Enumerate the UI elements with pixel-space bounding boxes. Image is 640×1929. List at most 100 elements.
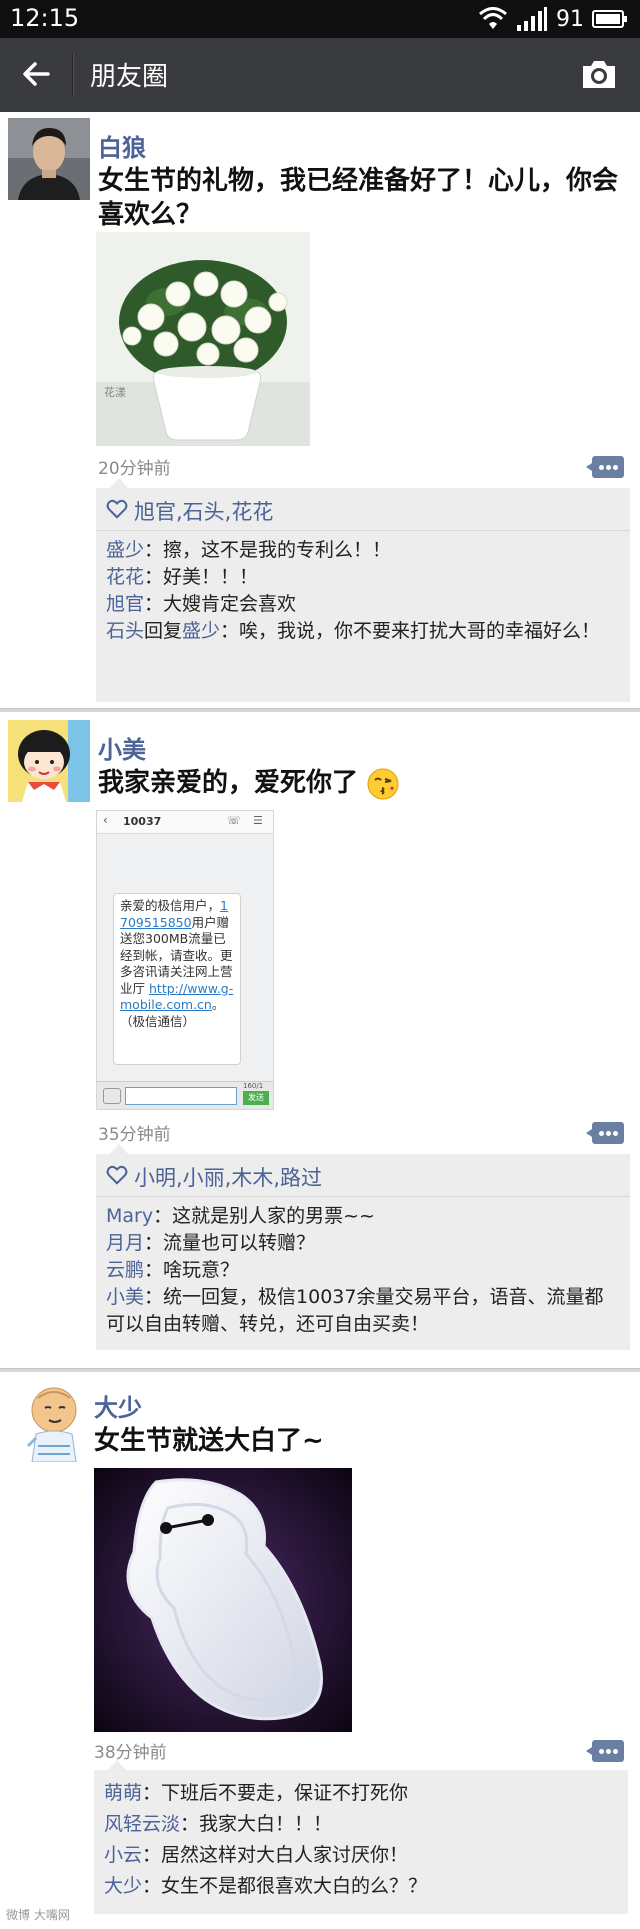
comment-text: 流量也可以转赠？ <box>163 1232 316 1254</box>
battery-icon <box>592 10 627 28</box>
status-icons: 91 <box>478 6 628 32</box>
comment-menu-button[interactable] <box>586 456 624 478</box>
photo-caption: 花漾 <box>104 386 126 399</box>
comment[interactable]: 萌萌：下班后不要走，保证不打死你 <box>104 1778 618 1809</box>
sms-menu-icon: ☰ <box>253 814 263 827</box>
comment-author[interactable]: 大少 <box>104 1875 142 1897</box>
heart-icon <box>106 1165 128 1185</box>
comment-separator: ： <box>153 1205 173 1227</box>
comment[interactable]: 盛少：擦，这不是我的专利么！！ <box>106 537 620 564</box>
comment-reply-target[interactable]: 盛少 <box>182 620 220 642</box>
comment-author[interactable]: 小云 <box>104 1844 142 1866</box>
comment-author[interactable]: 小美 <box>106 1286 144 1308</box>
comment-text: 这就是别人家的男票~~ <box>172 1205 375 1227</box>
battery-level: 91 <box>556 6 584 32</box>
status-bar: 12:15 91 <box>0 0 640 38</box>
comment[interactable]: 花花：好美！！！ <box>106 564 620 591</box>
post-timestamp: 35分钟前 <box>98 1125 171 1145</box>
post-author[interactable]: 大少 <box>94 1388 142 1423</box>
post-text: 女生节的礼物，我已经准备好了！心儿，你会喜欢么？ <box>98 166 619 230</box>
comment-text: 擦，这不是我的专利么！！ <box>163 539 392 561</box>
avatar[interactable] <box>8 118 90 200</box>
signal-icon <box>517 7 547 31</box>
comment[interactable]: 小美：统一回复，极信10037余量交易平台，语音、流量都可以自由转赠、转兑，还可… <box>106 1284 620 1338</box>
avatar[interactable] <box>8 1380 90 1462</box>
comment-text: ：唉，我说，你不要来打扰大哥的幸福好么！ <box>220 620 601 642</box>
top-app-bar: 朋友圈 <box>0 38 640 112</box>
comment-author[interactable]: 萌萌 <box>104 1782 142 1804</box>
comment-separator: ： <box>142 1844 162 1866</box>
sms-counter: 160/1 <box>243 1082 264 1090</box>
comment-menu-button[interactable] <box>586 1122 624 1144</box>
comment-author[interactable]: Mary <box>106 1205 153 1227</box>
likes-row: 旭官,石头,花花 <box>96 488 630 531</box>
comment[interactable]: 风轻云淡：我家大白！！！ <box>104 1809 618 1840</box>
comment-separator: ： <box>144 1259 164 1281</box>
attach-icon <box>103 1088 121 1104</box>
comment[interactable]: 大少：女生不是都很喜欢大白的么？？ <box>104 1871 618 1902</box>
status-time: 12:15 <box>10 4 80 32</box>
comment-author[interactable]: 盛少 <box>106 539 144 561</box>
comment-separator: ： <box>142 1782 162 1804</box>
sms-input-bar: 160/1 发送 <box>97 1081 273 1109</box>
comment[interactable]: Mary：这就是别人家的男票~~ <box>106 1203 620 1230</box>
sms-message-pre: 亲爱的极信用户， <box>120 898 221 913</box>
comment-separator: ： <box>144 1232 164 1254</box>
comment-author[interactable]: 风轻云淡 <box>104 1813 180 1835</box>
kiss-emoji-icon <box>367 768 399 799</box>
moment-post: 大少 女生节就送大白了~ 38分钟前 萌萌：下班后不要走，保证不打死你 风轻云淡… <box>0 1372 640 1929</box>
comment-author[interactable]: 花花 <box>106 566 144 588</box>
post-author[interactable]: 小美 <box>98 730 146 765</box>
comment-text: 女生不是都很喜欢大白的么？？ <box>161 1875 428 1897</box>
likes-row: 小明,小丽,木木,路过 <box>96 1154 630 1197</box>
comment-text: 统一回复，极信10037余量交易平台，语音、流量都可以自由转赠、转兑，还可自由买… <box>106 1286 604 1335</box>
comment-text: 下班后不要走，保证不打死你 <box>161 1782 409 1804</box>
comment[interactable]: 小云：居然这样对大白人家讨厌你！ <box>104 1840 618 1871</box>
likes-comments-panel: 小明,小丽,木木,路过 Mary：这就是别人家的男票~~ 月月：流量也可以转赠？… <box>96 1144 630 1350</box>
moment-post: 白狼 女生节的礼物，我已经准备好了！心儿，你会喜欢么？ 花漾 20分钟前 旭官,… <box>0 112 640 712</box>
post-photo-baymax-pad[interactable] <box>94 1468 352 1732</box>
comment-list: 盛少：擦，这不是我的专利么！！ 花花：好美！！！ 旭官：大嫂肯定会喜欢 石头回复… <box>96 531 630 651</box>
likes-names[interactable]: 旭官,石头,花花 <box>134 496 273 526</box>
post-text-body: 我家亲爱的，爱死你了 <box>98 768 359 798</box>
sms-bubble: 亲爱的极信用户，1709515850用户赠送您300MB流量已经到帐，请查收。更… <box>113 893 241 1065</box>
post-timestamp: 20分钟前 <box>98 459 171 479</box>
comment-text: 居然这样对大白人家讨厌你！ <box>161 1844 409 1866</box>
back-arrow-icon[interactable] <box>18 56 54 92</box>
post-photo-sms-screenshot[interactable]: ‹ 10037 ☏ ☰ 亲爱的极信用户，1709515850用户赠送您300MB… <box>96 810 274 1110</box>
comment-author[interactable]: 月月 <box>106 1232 144 1254</box>
comment-text: 大嫂肯定会喜欢 <box>163 593 297 615</box>
sms-call-icon: ☏ <box>227 814 241 827</box>
comment-author[interactable]: 旭官 <box>106 593 144 615</box>
comment-reply-word: 回复 <box>144 620 183 642</box>
post-author[interactable]: 白狼 <box>98 128 146 163</box>
sms-back-icon: ‹ <box>103 813 108 827</box>
comment[interactable]: 月月：流量也可以转赠？ <box>106 1230 620 1257</box>
post-text: 女生节就送大白了~ <box>94 1426 324 1456</box>
comment[interactable]: 旭官：大嫂肯定会喜欢 <box>106 591 620 618</box>
sms-send-button: 发送 <box>243 1091 269 1105</box>
sms-number: 10037 <box>123 815 162 828</box>
comment-text: 啥玩意？ <box>163 1259 240 1281</box>
comment-text: 我家大白！！！ <box>199 1813 333 1835</box>
sms-header: ‹ 10037 ☏ ☰ <box>97 811 273 834</box>
likes-names[interactable]: 小明,小丽,木木,路过 <box>134 1162 322 1192</box>
post-timestamp: 38分钟前 <box>94 1743 167 1763</box>
comment-separator: ： <box>144 566 164 588</box>
comment[interactable]: 云鹏：啥玩意？ <box>106 1257 620 1284</box>
post-photo-flowers[interactable]: 花漾 <box>96 232 310 446</box>
comment-author[interactable]: 石头 <box>106 620 144 642</box>
likes-comments-panel: 旭官,石头,花花 盛少：擦，这不是我的专利么！！ 花花：好美！！！ 旭官：大嫂肯… <box>96 478 630 702</box>
comment-menu-button[interactable] <box>586 1740 624 1762</box>
avatar[interactable] <box>8 720 90 802</box>
moment-post: 小美 我家亲爱的，爱死你了 ‹ 10037 ☏ ☰ 亲爱的极信用户，170951… <box>0 712 640 1368</box>
comment-separator: ： <box>144 539 164 561</box>
comment-separator: ： <box>144 593 164 615</box>
heart-icon <box>106 499 128 519</box>
camera-icon[interactable] <box>580 56 618 92</box>
comment[interactable]: 石头回复盛少：唉，我说，你不要来打扰大哥的幸福好么！ <box>106 618 620 645</box>
topbar-divider <box>72 54 74 96</box>
comment-text: 好美！！！ <box>163 566 259 588</box>
comment-author[interactable]: 云鹏 <box>106 1259 144 1281</box>
watermark: 微博 大嘴网 <box>6 1908 70 1922</box>
